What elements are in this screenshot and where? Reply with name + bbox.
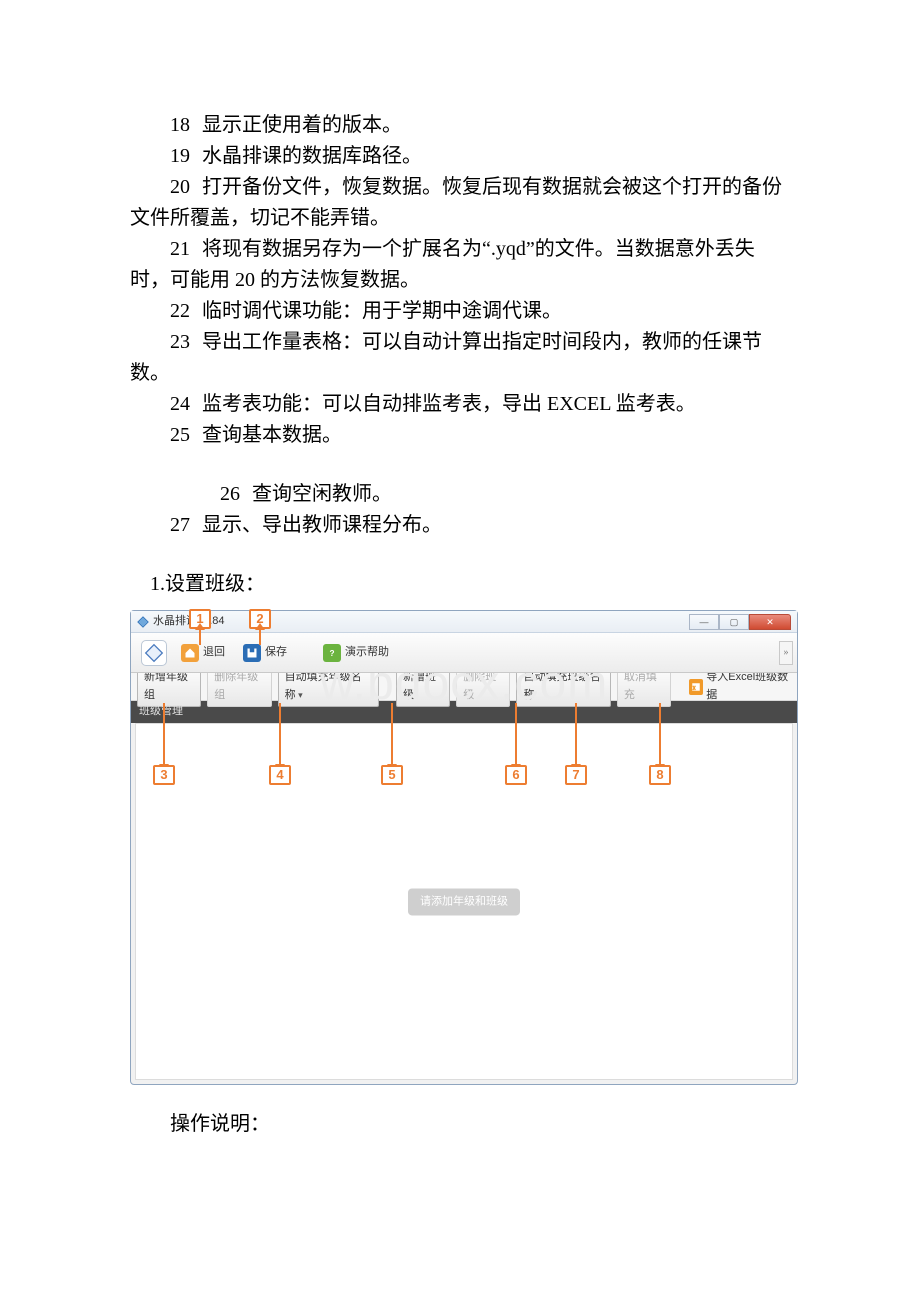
item-number: 26 [220,479,240,510]
list-item: 21将现有数据另存为一个扩展名为“.yqd”的文件。当数据意外丢失时，可能用 2… [130,234,790,296]
item-text: 打开备份文件，恢复数据。恢复后现有数据就会被这个打开的备份文件所覆盖，切记不能弄… [130,176,782,229]
item-number: 22 [170,296,190,327]
toolbar-overflow[interactable]: » [779,641,793,665]
help-label: 演示帮助 [345,644,389,661]
close-button[interactable]: ✕ [749,614,791,630]
list-item: 26 查询空闲教师。 [130,479,790,510]
item-text: 监考表功能：可以自动排监考表，导出 EXCEL 监考表。 [202,393,696,415]
content-area: 请添加年级和班级 [135,723,793,1080]
callout-4: 4 [269,765,291,785]
item-number: 25 [170,420,190,451]
callout-arrow [163,703,165,765]
save-button[interactable]: 保存 [239,642,291,664]
callout-8: 8 [649,765,671,785]
item-text: 导出工作量表格：可以自动计算出指定时间段内，教师的任课节数。 [130,331,762,384]
item-number: 20 [170,172,190,203]
list-item: 22 临时调代课功能：用于学期中途调代课。 [130,296,790,327]
secondary-toolbar: 新增年级组 删除年级组 自动填充年级名称 新增班级 删除班级 自动填充班级名称 … [131,673,797,701]
section-heading: 1.设置班级： [130,569,790,600]
post-caption: 操作说明： [130,1109,790,1140]
window-titlebar: 水晶排课10.84 — ▢ ✕ [131,611,797,633]
callout-arrow [575,703,577,765]
list-item: 27 显示、导出教师课程分布。 [130,510,790,541]
callout-arrow [391,703,393,765]
item-number: 23 [170,327,190,358]
item-text: 显示、导出教师课程分布。 [202,514,442,536]
panel-header-label: 班级管理 [139,703,183,720]
item-text: 查询基本数据。 [202,424,342,446]
callout-arrow [659,703,661,765]
callout-arrow [515,703,517,765]
callout-arrow [199,629,201,645]
maximize-button[interactable]: ▢ [719,614,749,630]
back-button[interactable]: 退回 [177,642,229,664]
callout-5: 5 [381,765,403,785]
import-excel-button[interactable]: 导入Excel班级数据 [689,669,791,703]
item-number: 19 [170,141,190,172]
home-icon [181,644,199,662]
save-icon [243,644,261,662]
help-button[interactable]: ? 演示帮助 [319,642,393,664]
app-screenshot: w.bdocx.com 水晶排课10.84 — ▢ ✕ 退回 保存 ? 演示帮助… [130,610,798,1085]
callout-arrow [279,703,281,765]
item-number: 18 [170,110,190,141]
help-icon: ? [323,644,341,662]
callout-3: 3 [153,765,175,785]
app-logo [141,640,167,666]
item-number: 24 [170,389,190,420]
window-buttons: — ▢ ✕ [689,614,791,630]
list-item: 18 显示正使用着的版本。 [130,110,790,141]
list-item: 25 查询基本数据。 [130,420,790,451]
import-excel-label: 导入Excel班级数据 [706,669,791,703]
item-number: 21 [170,234,190,265]
minimize-button[interactable]: — [689,614,719,630]
item-text: 查询空闲教师。 [252,483,392,505]
list-item: 23导出工作量表格：可以自动计算出指定时间段内，教师的任课节数。 [130,327,790,389]
item-text: 水晶排课的数据库路径。 [202,145,422,167]
app-icon [137,616,149,628]
item-text: 将现有数据另存为一个扩展名为“.yqd”的文件。当数据意外丢失时，可能用 20 … [130,238,755,291]
list-item: 20打开备份文件，恢复数据。恢复后现有数据就会被这个打开的备份文件所覆盖，切记不… [130,172,790,234]
callout-7: 7 [565,765,587,785]
svg-text:?: ? [329,649,334,658]
save-label: 保存 [265,644,287,661]
back-label: 退回 [203,644,225,661]
list-item: 19 水晶排课的数据库路径。 [130,141,790,172]
empty-placeholder: 请添加年级和班级 [408,888,520,915]
item-text: 显示正使用着的版本。 [202,114,402,136]
item-text: 临时调代课功能：用于学期中途调代课。 [202,300,562,322]
item-number: 27 [170,510,190,541]
callout-6: 6 [505,765,527,785]
main-toolbar: 退回 保存 ? 演示帮助 » [131,633,797,673]
excel-icon [689,679,704,695]
callout-arrow [259,629,261,645]
list-item: 24 监考表功能：可以自动排监考表，导出 EXCEL 监考表。 [130,389,790,420]
